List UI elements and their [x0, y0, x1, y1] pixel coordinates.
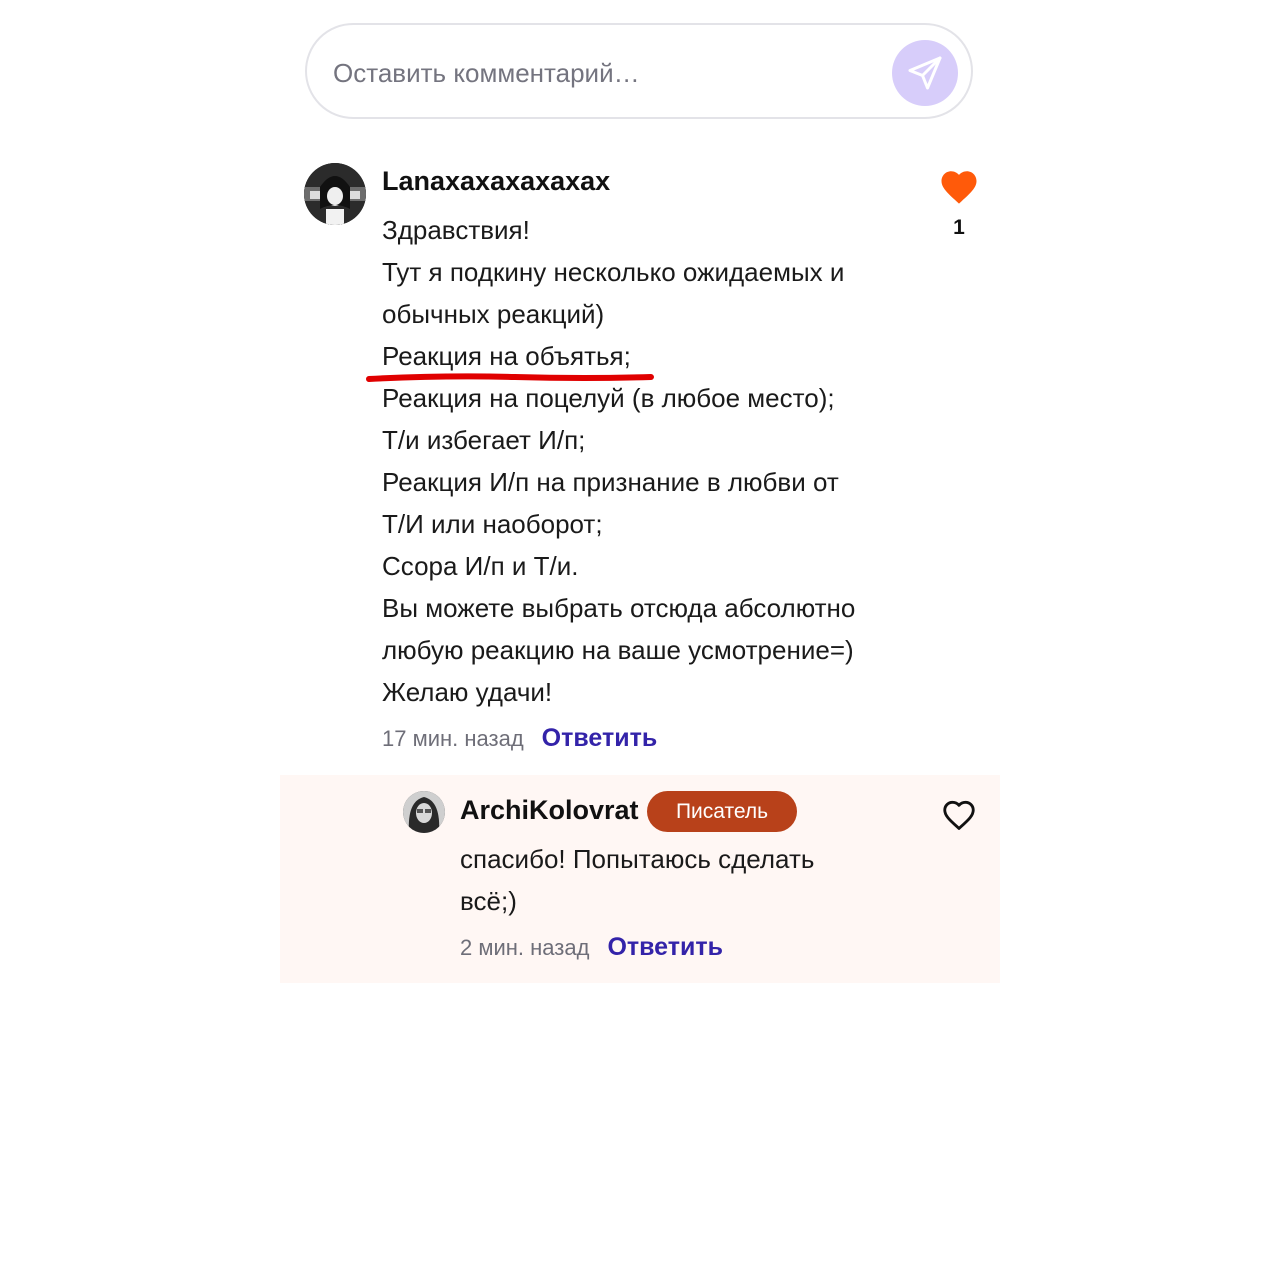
heart-outline-icon: [943, 800, 975, 830]
like-count: 1: [953, 216, 965, 239]
send-button[interactable]: [892, 40, 958, 106]
reply-line: всё;): [460, 886, 517, 916]
comment-line: Т/И или наоборот;: [382, 509, 603, 539]
comment-line: Тут я подкину несколько ожидаемых и: [382, 257, 845, 287]
comment-line: обычных реакций): [382, 299, 605, 329]
avatar[interactable]: [304, 163, 366, 225]
reply-button[interactable]: Ответить: [607, 933, 723, 962]
avatar-image: [304, 163, 366, 225]
reply-line: спасибо! Попытаюсь сделать: [460, 844, 815, 874]
comment-line: Реакция И/п на признание в любви от: [382, 467, 839, 497]
comment-input[interactable]: [331, 47, 875, 99]
reply-meta: 2 мин. назад Ответить: [460, 933, 723, 962]
reply-author[interactable]: ArchiKolovrat: [460, 795, 639, 826]
red-underline-annotation: [366, 373, 654, 382]
comment-line: Т/и избегает И/п;: [382, 425, 586, 455]
avatar-image: [403, 791, 445, 833]
comments-page: Lanaxaxaxaxaxax Здравствия! Тут я подкин…: [0, 0, 1280, 1280]
send-arrow-icon: [908, 56, 942, 90]
reply-button[interactable]: Ответить: [542, 724, 658, 753]
comment-meta: 17 мин. назад Ответить: [382, 724, 657, 753]
comment-line: Здравствия!: [382, 215, 530, 245]
reply-text: спасибо! Попытаюсь сделать всё;): [460, 838, 900, 922]
comment-text: Здравствия! Тут я подкину несколько ожид…: [382, 209, 922, 713]
comment-composer: [305, 23, 973, 119]
like-button[interactable]: [940, 796, 978, 834]
comment-author[interactable]: Lanaxaxaxaxaxax: [382, 166, 610, 197]
heart-filled-icon: [941, 171, 977, 204]
comment-line: Реакция на объятья;: [382, 341, 631, 371]
comment-line: Желаю удачи!: [382, 677, 553, 707]
comment-line: Вы можете выбрать отсюда абсолютно: [382, 593, 856, 623]
like-button[interactable]: [938, 166, 980, 208]
comment-line: Ссора И/п и Т/и.: [382, 551, 579, 581]
timestamp: 17 мин. назад: [382, 726, 524, 751]
avatar[interactable]: [403, 791, 445, 833]
writer-badge: Писатель: [647, 791, 797, 832]
comment-line: любую реакцию на ваше усмотрение=): [382, 635, 854, 665]
timestamp: 2 мин. назад: [460, 935, 590, 960]
